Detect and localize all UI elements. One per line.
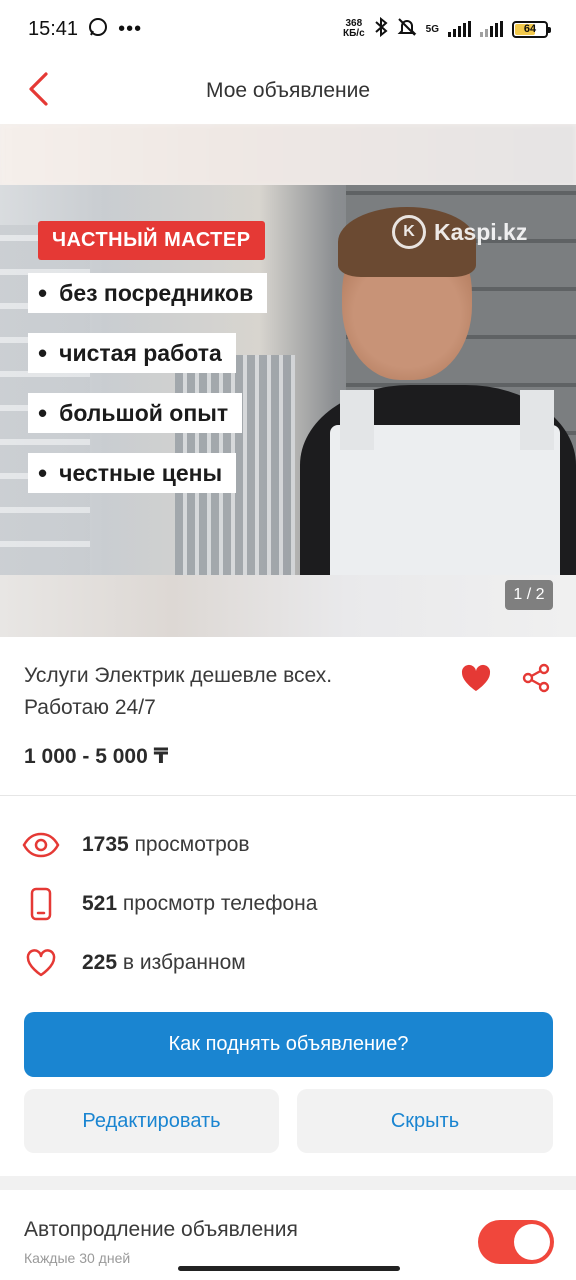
promote-ad-button[interactable]: Как поднять объявление? <box>24 1012 553 1077</box>
network-speed-unit: КБ/с <box>343 28 365 39</box>
page-title: Мое объявление <box>205 79 371 102</box>
favorites-label: в избранном <box>122 951 246 974</box>
battery-level: 64 <box>523 23 537 35</box>
mute-bell-icon <box>397 17 417 42</box>
ad-title-line-2: Работаю 24/7 <box>24 696 156 719</box>
chevron-left-icon <box>26 71 52 112</box>
phone-views-label: просмотр телефона <box>122 892 318 915</box>
blur-background-bottom <box>0 575 576 637</box>
edit-button[interactable]: Редактировать <box>24 1089 279 1153</box>
more-dots-icon: ••• <box>118 17 143 40</box>
network-type: 5G <box>425 23 439 35</box>
share-icon <box>521 663 551 698</box>
favorite-button[interactable] <box>456 660 496 700</box>
photo-gallery[interactable]: ЧАСТНЫЙ МАСТЕР без посредников чистая ра… <box>0 124 576 637</box>
ad-photo[interactable]: ЧАСТНЫЙ МАСТЕР без посредников чистая ра… <box>0 185 576 575</box>
toggle-knob <box>514 1224 550 1260</box>
photo-badge: ЧАСТНЫЙ МАСТЕР <box>38 221 265 260</box>
ad-title: Услуги Электрик дешевле всех. Работаю 24… <box>24 660 424 724</box>
back-button[interactable] <box>14 66 64 116</box>
phone-views-count: 521 <box>82 892 118 915</box>
photo-bullet: большой опыт <box>28 393 243 433</box>
battery-icon: 64 <box>512 20 551 38</box>
photo-pager: 1 / 2 <box>505 580 553 610</box>
overall-strap-left <box>340 390 374 450</box>
hide-button[interactable]: Скрыть <box>297 1089 553 1153</box>
autorenew-toggle[interactable] <box>478 1220 554 1264</box>
stat-phone-views: 521 просмотр телефона <box>0 884 576 924</box>
watermark-text: Kaspi.kz <box>434 218 528 245</box>
favorites-text: 225 в избранном <box>82 951 246 975</box>
stat-favorites: 225 в избранном <box>0 943 576 983</box>
whatsapp-icon <box>88 17 108 42</box>
app-header: Мое объявление <box>0 58 576 124</box>
autorenew-title: Автопродление объявления <box>24 1218 298 1241</box>
photo-bullet: чистая работа <box>28 333 236 373</box>
status-right: 368 КБ/с 5G 64 <box>343 16 551 42</box>
ad-title-line-1: Услуги Электрик дешевле всех. <box>24 664 333 687</box>
photo-bullet: честные цены <box>28 453 237 493</box>
status-bar: 15:41 ••• 368 КБ/с 5G 64 <box>0 0 576 58</box>
signal-icon <box>448 21 471 37</box>
share-button[interactable] <box>516 660 556 700</box>
autorenew-subtitle: Каждые 30 дней <box>24 1250 131 1266</box>
kaspi-logo-icon: K <box>392 215 426 249</box>
favorites-count: 225 <box>82 951 118 974</box>
heart-outline-icon <box>22 944 60 982</box>
bluetooth-icon <box>374 16 388 42</box>
overall-strap-right <box>520 390 554 450</box>
network-speed: 368 КБ/с <box>343 19 365 39</box>
phone-icon <box>22 885 60 923</box>
views-text: 1735 просмотров <box>82 833 250 857</box>
signal-icon-2 <box>480 21 503 37</box>
photo-bullet: без посредников <box>28 273 268 313</box>
kaspi-watermark: K Kaspi.kz <box>392 215 527 249</box>
heart-filled-icon <box>460 664 492 697</box>
divider <box>0 795 576 796</box>
views-count: 1735 <box>82 833 129 856</box>
eye-icon <box>22 826 60 864</box>
status-left-icons: ••• <box>88 17 142 42</box>
section-divider <box>0 1176 576 1190</box>
home-indicator[interactable] <box>178 1266 400 1271</box>
stat-views: 1735 просмотров <box>0 825 576 865</box>
blur-background-top <box>0 124 576 186</box>
status-time: 15:41 <box>28 17 79 40</box>
views-label: просмотров <box>134 833 250 856</box>
ad-price: 1 000 - 5 000 ₸ <box>24 745 169 768</box>
phone-views-text: 521 просмотр телефона <box>82 892 317 916</box>
